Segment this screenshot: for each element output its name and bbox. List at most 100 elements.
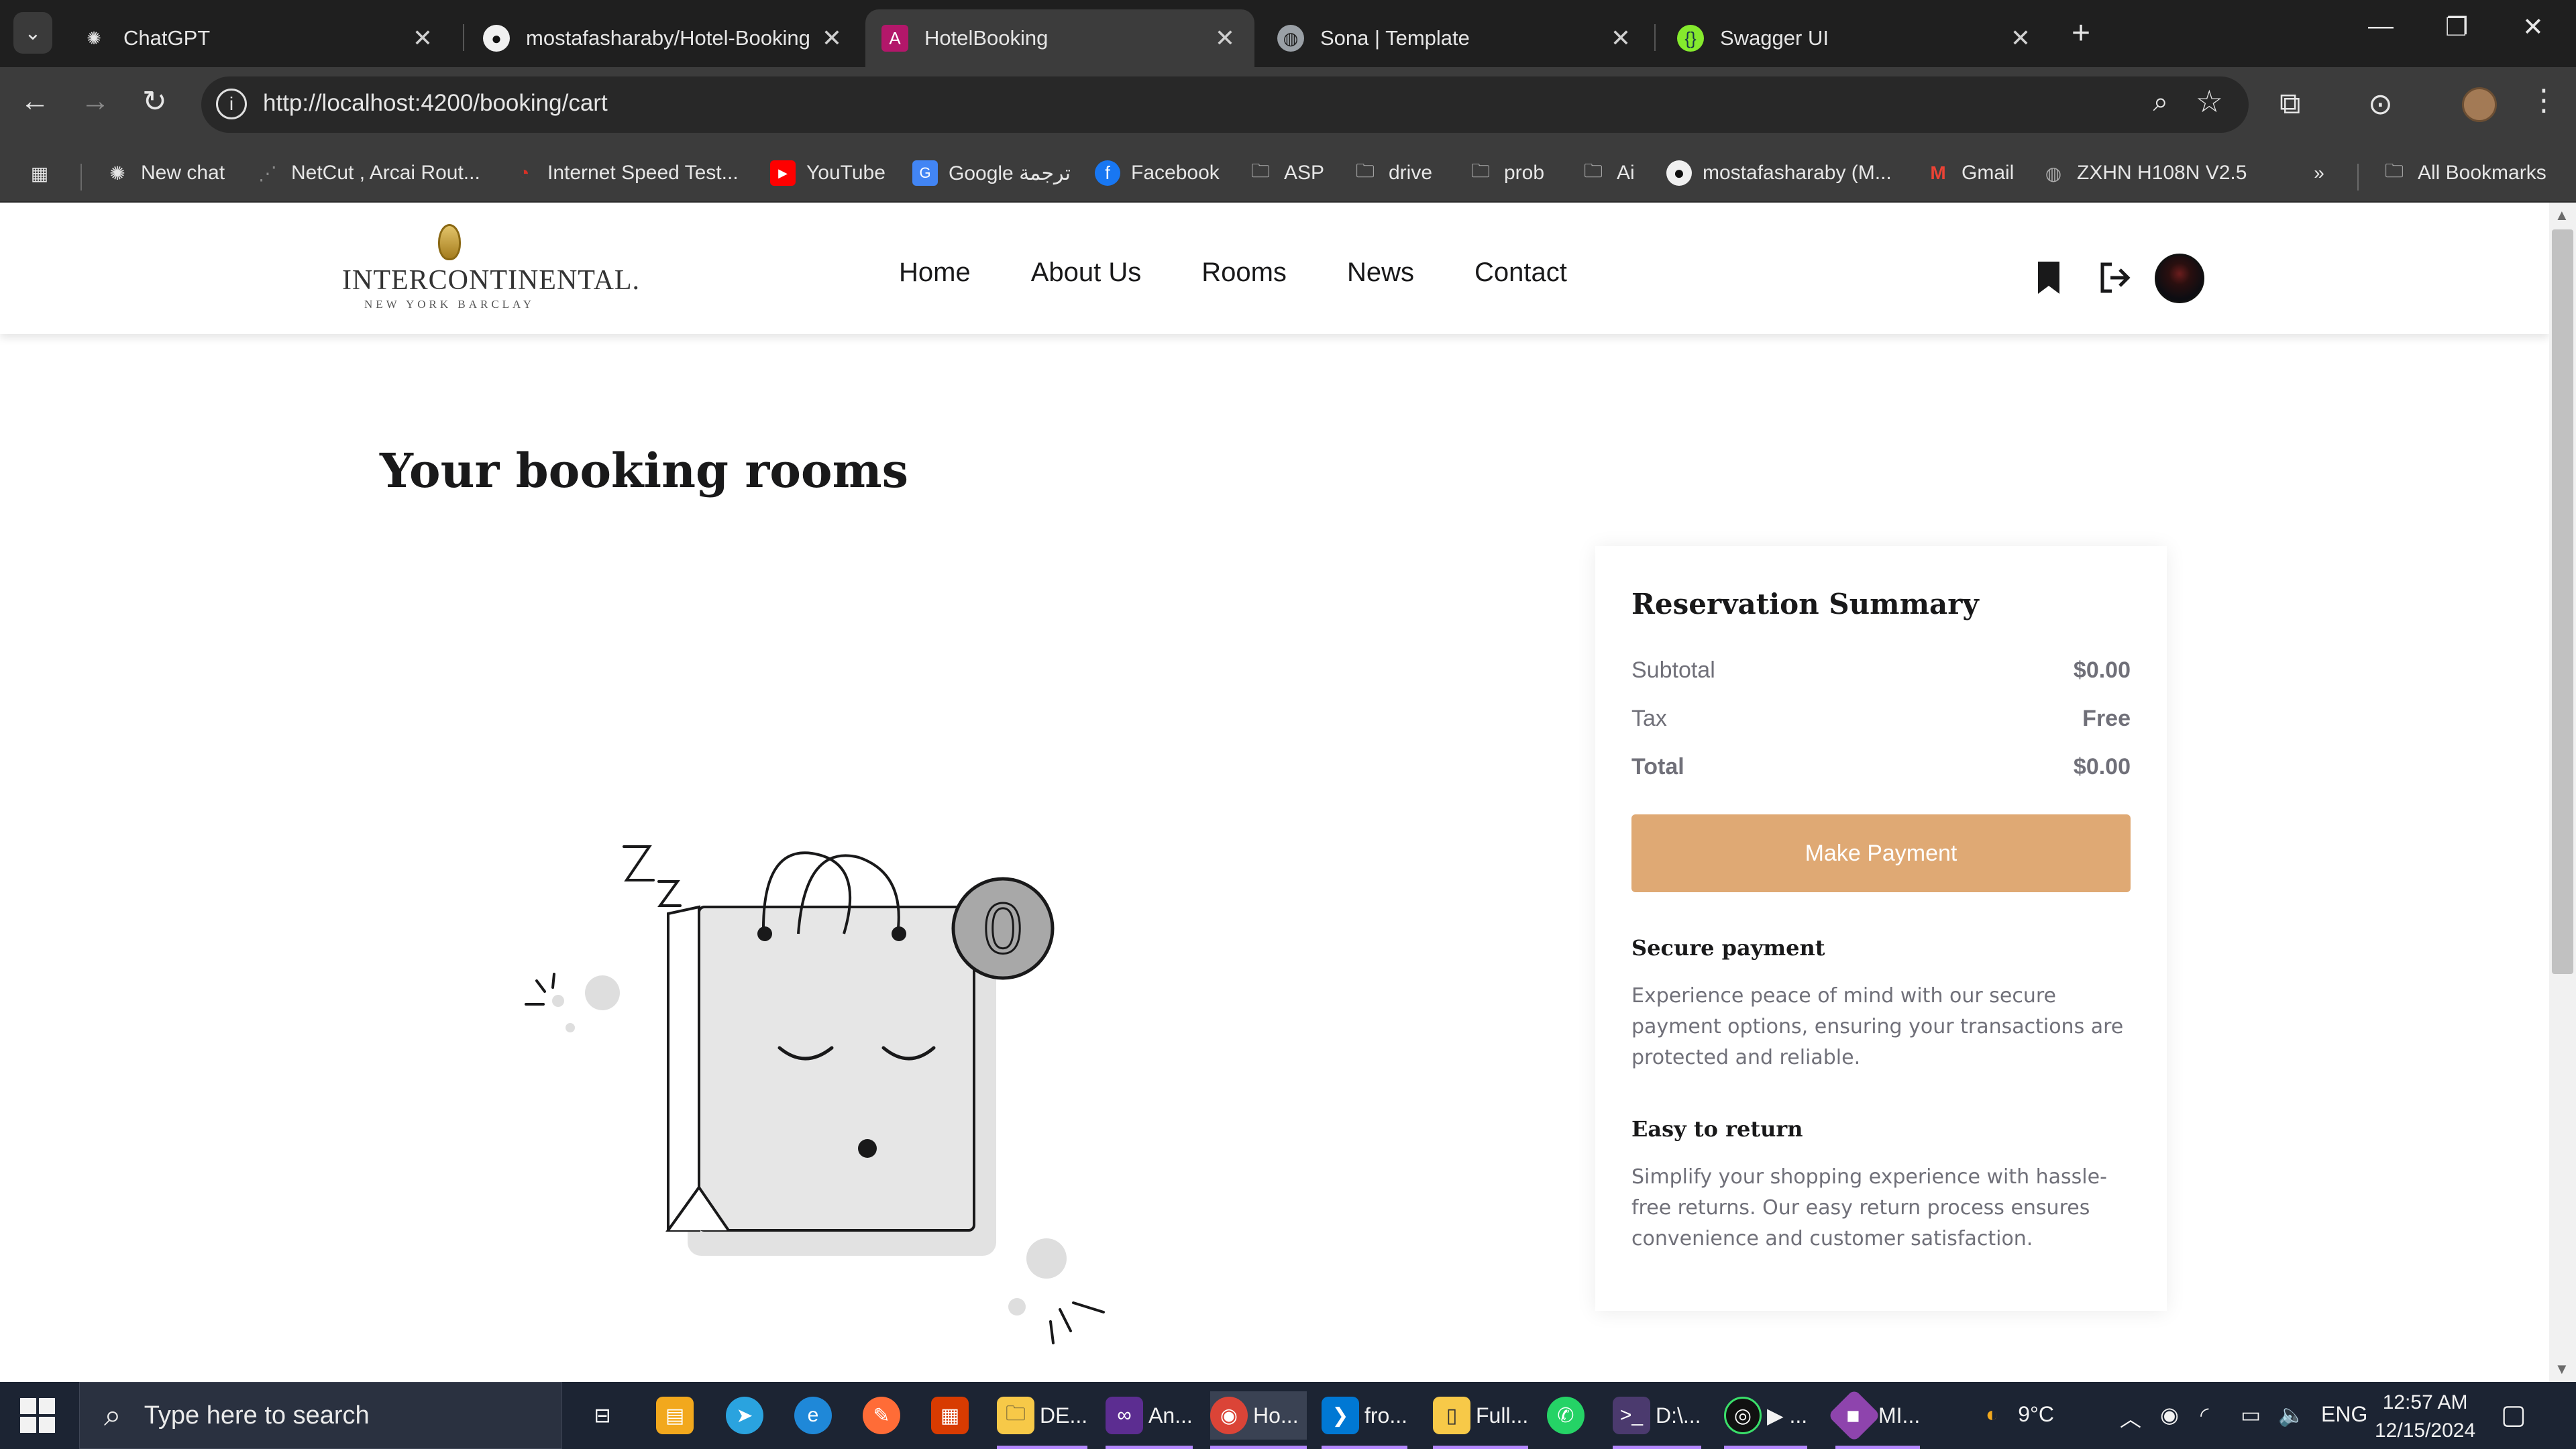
language-indicator[interactable]: ENG <box>2321 1402 2367 1427</box>
close-tab-icon[interactable]: ✕ <box>2007 24 2034 52</box>
edge-icon[interactable]: e <box>794 1391 837 1440</box>
nav-home[interactable]: Home <box>899 258 971 288</box>
tray-app-icon[interactable]: ◉ <box>2160 1402 2179 1428</box>
apps-grid-icon[interactable]: ▦ <box>27 154 63 192</box>
wifi-icon[interactable]: ◜ <box>2200 1402 2208 1428</box>
bookmark-folder-ai[interactable]: 🗀 Ai <box>1580 154 1635 192</box>
tab-swagger[interactable]: {} Swagger UI ✕ <box>1661 9 2050 67</box>
volume-icon[interactable]: 🔈 <box>2278 1402 2305 1428</box>
decor-dot <box>552 995 564 1007</box>
bookmark-separator <box>80 164 82 191</box>
zoom-icon[interactable]: ⌕ <box>2153 87 2168 117</box>
nav-contact[interactable]: Contact <box>1474 258 1567 288</box>
bookmark-gmail[interactable]: M Gmail <box>1925 154 2014 192</box>
forward-arrow-icon[interactable]: → <box>80 85 110 118</box>
bookmark-folder-prob[interactable]: 🗀 prob <box>1468 154 1544 192</box>
screenshot-icon[interactable]: ⊙ <box>2368 87 2393 121</box>
logo-emblem-icon <box>438 224 461 260</box>
taskbar-app-git[interactable]: ◆ MI... <box>1827 1389 1921 1449</box>
bookmark-google-translate[interactable]: G Google ترجمة <box>912 154 1071 192</box>
bookmark-youtube[interactable]: ▶ YouTube <box>770 154 885 192</box>
logo-brand-text: INTERCONTINENTAL. <box>342 265 641 296</box>
telegram-icon[interactable]: ➤ <box>726 1391 769 1440</box>
address-bar[interactable]: i http://localhost:4200/booking/cart ⌕ ☆ <box>201 76 2249 133</box>
tray-overflow-icon[interactable]: ︿ <box>2120 1402 2141 1433</box>
taskbar-app-explorer[interactable]: 🗀 DE... <box>997 1391 1088 1449</box>
github-icon: ● <box>483 25 510 52</box>
taskbar-search-box[interactable]: ⌕ Type here to search <box>79 1382 562 1449</box>
tab-github[interactable]: ● mostafasharaby/Hotel-Booking ✕ <box>470 9 859 67</box>
handle-rivet <box>892 926 906 941</box>
browser-menu-icon[interactable]: ⋮ <box>2529 83 2559 117</box>
chrome-icon: ◉ <box>1210 1397 1248 1434</box>
notifications-icon[interactable]: ▢ <box>2501 1399 2526 1430</box>
bookmark-folder-asp[interactable]: 🗀 ASP <box>1248 154 1324 192</box>
taskbar-app-folder[interactable]: ▯ Full... <box>1433 1391 1529 1449</box>
tab-sona-template[interactable]: ◍ Sona | Template ✕ <box>1261 9 1650 67</box>
user-avatar[interactable] <box>2155 254 2204 303</box>
logout-icon[interactable] <box>2097 260 2132 304</box>
bookmark-facebook[interactable]: f Facebook <box>1095 154 1220 192</box>
taskbar-app-chrome[interactable]: ◉ Ho... <box>1210 1391 1307 1449</box>
bookmark-router[interactable]: ◍ ZXHN H108N V2.5 <box>2041 154 2247 192</box>
terminal-icon: >_ <box>1613 1397 1650 1434</box>
tab-hotelbooking[interactable]: A HotelBooking ✕ <box>865 9 1254 67</box>
tab-search-button[interactable]: ⌄ <box>13 12 52 54</box>
bookmark-new-chat[interactable]: ✺ New chat <box>105 154 225 192</box>
store-icon[interactable]: ▤ <box>656 1391 699 1440</box>
weather-widget[interactable]: ◐ 9°C <box>1986 1402 2054 1427</box>
postman-icon[interactable]: ✎ <box>863 1391 906 1440</box>
taskbar-app-media[interactable]: ◎ ▶ ... <box>1724 1391 1808 1449</box>
bookmark-speedtest[interactable]: ◔ Internet Speed Test... <box>511 154 739 192</box>
office-icon[interactable]: ▦ <box>931 1391 974 1440</box>
bookmark-folder-drive[interactable]: 🗀 drive <box>1352 154 1432 192</box>
url-text[interactable]: http://localhost:4200/booking/cart <box>263 90 608 117</box>
close-tab-icon[interactable]: ✕ <box>818 24 845 52</box>
battery-icon[interactable]: ▭ <box>2241 1402 2261 1428</box>
reload-icon[interactable]: ↻ <box>142 85 167 119</box>
bookmarks-overflow-icon[interactable]: » <box>2306 154 2343 192</box>
new-tab-button[interactable]: + <box>2072 15 2090 52</box>
page-scrollbar[interactable]: ▲ ▼ <box>2549 203 2576 1382</box>
bookmark-icon[interactable] <box>2035 260 2062 304</box>
extensions-icon[interactable]: ⧉ <box>2279 87 2300 121</box>
minimize-button[interactable]: — <box>2368 12 2394 41</box>
bookmarks-bar: ▦ ✺ New chat ⋰ NetCut , Arcai Rout... ◔ Int… <box>0 142 2576 203</box>
close-tab-icon[interactable]: ✕ <box>409 24 436 52</box>
taskbar-app-vscode[interactable]: ❯ fro... <box>1322 1391 1408 1449</box>
profile-avatar[interactable] <box>2462 87 2497 122</box>
scrollbar-thumb[interactable] <box>2552 229 2573 974</box>
restore-button[interactable]: ❐ <box>2445 12 2468 42</box>
tab-separator <box>463 24 464 51</box>
task-view-icon[interactable]: ⊟ <box>584 1391 627 1440</box>
close-tab-icon[interactable]: ✕ <box>1212 24 1238 52</box>
whatsapp-icon[interactable]: ✆ <box>1547 1391 1590 1440</box>
back-arrow-icon[interactable]: ← <box>20 85 50 118</box>
nav-rooms[interactable]: Rooms <box>1201 258 1287 288</box>
visual-studio-icon: ∞ <box>1106 1397 1143 1434</box>
taskbar-app-terminal[interactable]: >_ D:\... <box>1613 1391 1701 1449</box>
taskbar-clock[interactable]: 12:57 AM 12/15/2024 <box>2375 1389 2475 1445</box>
close-tab-icon[interactable]: ✕ <box>1607 24 1634 52</box>
openai-icon: ✺ <box>109 162 125 184</box>
site-info-icon[interactable]: i <box>216 89 247 119</box>
bookmark-netcut[interactable]: ⋰ NetCut , Arcai Rout... <box>255 154 480 192</box>
clock-time: 12:57 AM <box>2382 1391 2468 1413</box>
scroll-up-icon[interactable]: ▲ <box>2555 207 2569 224</box>
windows-start-icon[interactable] <box>20 1398 55 1433</box>
easy-return-heading: Easy to return <box>1631 1116 1803 1142</box>
bookmark-github-profile[interactable]: ● mostafasharaby (M... <box>1666 154 1892 192</box>
globe-icon: ◍ <box>2045 162 2062 184</box>
subtotal-row: Subtotal $0.00 <box>1631 657 2131 684</box>
windows-taskbar: ⌕ Type here to search ⊟ ▤ ➤ e ✎ ▦ 🗀 DE...… <box>0 1382 2576 1449</box>
scroll-down-icon[interactable]: ▼ <box>2555 1360 2569 1378</box>
nav-news[interactable]: News <box>1347 258 1414 288</box>
taskbar-app-visual-studio[interactable]: ∞ An... <box>1106 1391 1193 1449</box>
nav-about-us[interactable]: About Us <box>1031 258 1142 288</box>
close-window-button[interactable]: ✕ <box>2522 12 2544 42</box>
bookmark-star-icon[interactable]: ☆ <box>2196 83 2223 119</box>
make-payment-button[interactable]: Make Payment <box>1631 814 2131 892</box>
tab-chatgpt[interactable]: ✺ ChatGPT ✕ <box>67 9 449 67</box>
all-bookmarks-folder[interactable]: 🗀 All Bookmarks <box>2381 154 2546 192</box>
intercontinental-logo[interactable]: INTERCONTINENTAL. NEW YORK BARCLAY <box>342 224 641 311</box>
